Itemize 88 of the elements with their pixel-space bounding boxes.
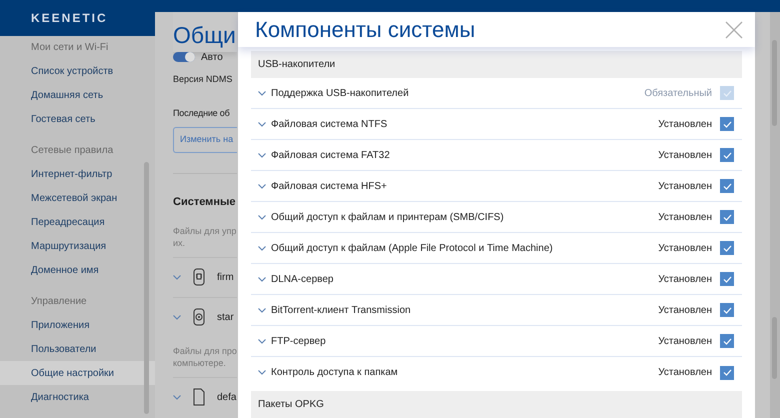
- chevron-icon[interactable]: [173, 274, 181, 280]
- checkbox[interactable]: [720, 241, 734, 255]
- section-heading: Мои сети и Wi-Fi: [30, 41, 110, 55]
- checkmark-icon: [722, 276, 732, 282]
- scrollbar-thumb[interactable]: [144, 162, 149, 414]
- sidebar-item[interactable]: Приложения: [0, 313, 155, 337]
- checkbox[interactable]: [720, 148, 734, 162]
- file-name: defa: [217, 390, 236, 404]
- section-note: Файлы для упр их.: [173, 224, 237, 248]
- page-title: Общи: [173, 12, 237, 52]
- dialog-title: Компоненты системы: [255, 16, 476, 44]
- chevron-icon[interactable]: [258, 90, 266, 96]
- gear-file-icon: [191, 308, 207, 326]
- checkbox[interactable]: [720, 179, 734, 193]
- status-label: Установлен: [658, 148, 712, 162]
- chevron-icon[interactable]: [258, 370, 266, 375]
- chip-file-icon: [191, 268, 207, 286]
- component-name: Файловая система NTFS: [271, 118, 388, 132]
- section-note: Файлы для про компьютере.: [173, 344, 237, 368]
- section-heading: Сетевые правила: [30, 144, 114, 158]
- checkmark-icon: [722, 306, 732, 314]
- status-label: Установлен: [658, 304, 712, 318]
- sidebar-item[interactable]: Пользователи: [0, 337, 155, 361]
- chevron-icon[interactable]: [173, 314, 181, 320]
- chevron-icon[interactable]: [258, 152, 266, 158]
- checkbox[interactable]: [720, 366, 734, 380]
- status-label: Обязательный: [644, 86, 712, 100]
- chevron-icon[interactable]: [258, 308, 266, 312]
- component-name: Общий доступ к файлам (Apple File Protocol и Time Machine): [271, 242, 554, 256]
- component-name: Контроль доступа к папкам: [271, 366, 399, 380]
- status-label: Установлен: [658, 180, 712, 194]
- component-name: Файловая система FAT32: [271, 148, 391, 162]
- checkbox[interactable]: [720, 272, 734, 286]
- checkbox[interactable]: [720, 334, 734, 348]
- sidebar-item[interactable]: Доменное имя: [0, 258, 155, 282]
- sidebar-item[interactable]: Маршрутизация: [0, 234, 155, 258]
- component-name: FTP-сервер: [271, 334, 327, 348]
- brand-logo: KEENETIC: [31, 10, 108, 27]
- section-header: Пакеты OPKG: [251, 391, 742, 418]
- sidebar-item[interactable]: Домашняя сеть: [0, 83, 155, 107]
- checkbox[interactable]: [720, 303, 734, 317]
- checkmark-icon: [722, 120, 732, 128]
- status-label: Установлен: [658, 118, 712, 132]
- component-name: Файловая система HFS+: [271, 180, 388, 194]
- chevron-icon[interactable]: [258, 214, 266, 220]
- chevron-icon[interactable]: [258, 276, 266, 282]
- change-button[interactable]: Изменить на: [173, 127, 237, 153]
- chevron-icon[interactable]: [258, 338, 266, 344]
- component-name: Общий доступ к файлам и принтерам (SMB/CIFS): [271, 210, 505, 224]
- component-name: Поддержка USB-накопителей: [271, 86, 410, 100]
- component-name: BitTorrent-клиент Transmission: [271, 304, 412, 318]
- checkmark-icon: [722, 214, 732, 220]
- status-label: Установлен: [658, 242, 712, 256]
- status-label: Установлен: [658, 210, 712, 224]
- toggle-label: Авто: [201, 50, 223, 64]
- status-label: Установлен: [658, 334, 712, 348]
- sidebar-item[interactable]: Межсетевой экран: [0, 186, 155, 210]
- sidebar-item[interactable]: Переадресация: [0, 210, 155, 234]
- checkmark-icon: [722, 369, 732, 376]
- chevron-icon[interactable]: [258, 184, 266, 188]
- section-title: Системные: [173, 195, 236, 210]
- sidebar-item[interactable]: Диагностика: [0, 385, 155, 409]
- toggle-switch[interactable]: [173, 52, 195, 62]
- component-name: DLNA-сервер: [271, 272, 334, 286]
- section-heading: Управление: [30, 295, 88, 309]
- checkbox[interactable]: [720, 210, 734, 224]
- section-header: USB-накопители: [251, 51, 742, 78]
- sidebar-item[interactable]: Интернет-фильтр: [0, 162, 155, 186]
- sidebar-item[interactable]: Гостевая сеть: [0, 107, 155, 131]
- checkmark-icon: [722, 244, 732, 252]
- checkmark-icon: [722, 152, 732, 158]
- checkbox[interactable]: [720, 117, 734, 131]
- chevron-icon[interactable]: [258, 122, 266, 126]
- file-icon: [191, 388, 207, 406]
- file-name: firm: [217, 270, 234, 284]
- checkmark-icon: [722, 182, 732, 190]
- checkmark-icon: [722, 338, 732, 344]
- status-label: Установлен: [658, 366, 712, 380]
- chevron-icon[interactable]: [258, 246, 266, 250]
- field-label: Версия NDMS: [173, 73, 234, 85]
- sidebar-item[interactable]: Список устройств: [0, 59, 155, 83]
- status-label: Установлен: [658, 272, 712, 286]
- checkmark-icon: [722, 90, 732, 96]
- field-label: Последние об: [173, 107, 231, 119]
- close-icon[interactable]: [725, 20, 743, 38]
- chevron-icon[interactable]: [173, 394, 181, 400]
- sidebar-item[interactable]: Общие настройки: [0, 361, 155, 385]
- file-name: star: [217, 310, 234, 324]
